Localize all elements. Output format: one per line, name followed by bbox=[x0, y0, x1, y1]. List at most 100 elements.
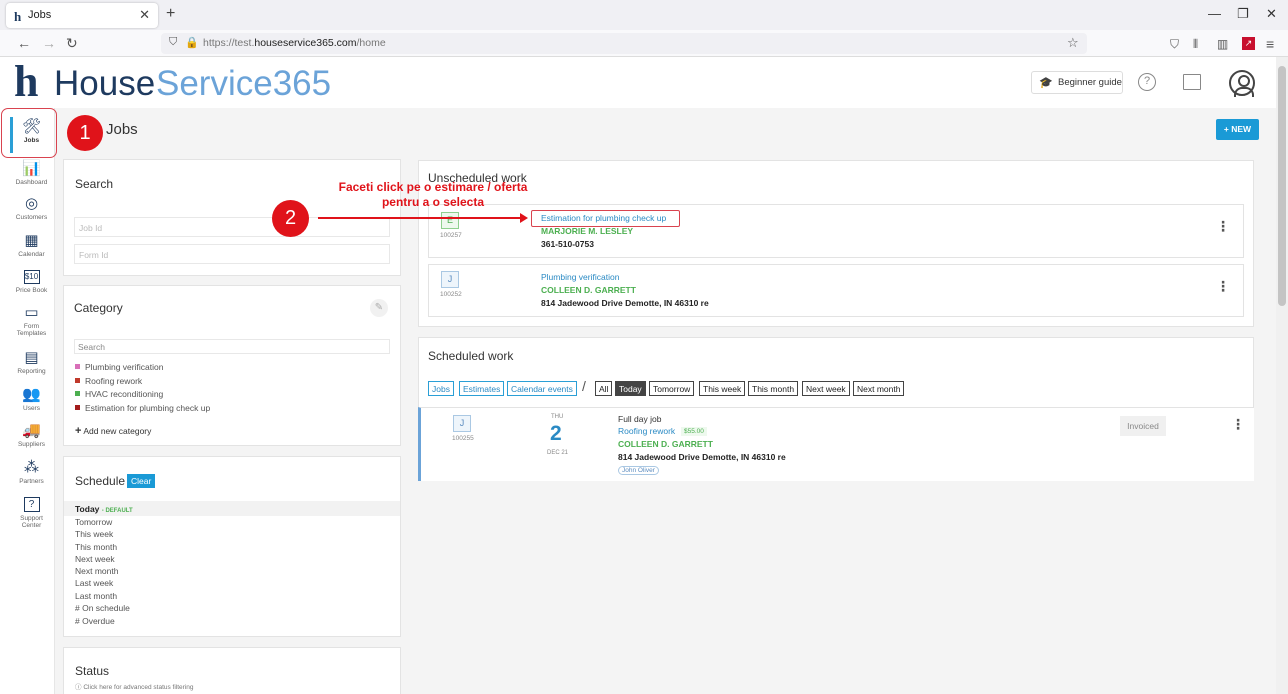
category-item[interactable]: Plumbing verification bbox=[75, 362, 163, 372]
help-icon[interactable]: ? bbox=[1138, 73, 1156, 91]
page-title: Jobs bbox=[106, 121, 138, 138]
close-window-icon[interactable]: ✕ bbox=[1266, 6, 1277, 22]
sidebar-item-partners[interactable]: ⁂ Partners bbox=[0, 459, 63, 486]
schedule-item[interactable]: This week bbox=[75, 529, 113, 539]
plus-icon: + bbox=[75, 425, 82, 437]
edit-pencil-icon[interactable]: ✎ bbox=[370, 299, 388, 317]
customer-address: 814 Jadewood Drive Demotte, IN 46310 re bbox=[541, 298, 709, 308]
pocket-icon[interactable]: ⛉ bbox=[1170, 37, 1179, 52]
category-item[interactable]: HVAC reconditioning bbox=[75, 389, 163, 399]
graduation-cap-icon: 🎓 bbox=[1039, 77, 1053, 89]
sidebar-item-form-templates[interactable]: ▭ Form Templates bbox=[0, 305, 63, 338]
form-id-input[interactable]: Form Id bbox=[74, 244, 390, 264]
sidebar-toggle-icon[interactable]: ▥ bbox=[1217, 37, 1228, 51]
browser-tab-bar bbox=[0, 0, 1288, 30]
status-panel-title: Status bbox=[75, 664, 110, 678]
shield-icon[interactable]: ⛉ bbox=[169, 36, 177, 49]
filter-this-week-button[interactable]: This week bbox=[699, 381, 746, 396]
minimize-icon[interactable]: — bbox=[1208, 6, 1221, 21]
job-id-input[interactable]: Job Id bbox=[74, 217, 390, 237]
close-tab-icon[interactable]: ✕ bbox=[139, 7, 150, 23]
report-icon: ▤ bbox=[24, 349, 39, 366]
technician-tag[interactable]: John Oliver bbox=[618, 466, 659, 475]
tab-title: Jobs bbox=[28, 9, 52, 21]
sidebar-item-support-center[interactable]: ? Support Center bbox=[0, 497, 63, 529]
customer-phone: 361-510-0753 bbox=[541, 239, 594, 249]
calendar-icon: ▦ bbox=[24, 232, 39, 249]
browser-tab[interactable]: h Jobs ✕ bbox=[6, 3, 158, 28]
schedule-item[interactable]: # Overdue bbox=[75, 616, 115, 626]
filter-calendar-events-button[interactable]: Calendar events bbox=[507, 381, 577, 396]
user-avatar-icon[interactable] bbox=[1229, 70, 1255, 97]
job-id: 100255 bbox=[452, 435, 474, 442]
add-category-button[interactable]: + Add new category bbox=[75, 425, 151, 437]
filter-estimates-button[interactable]: Estimates bbox=[459, 381, 505, 396]
schedule-item[interactable]: This month bbox=[75, 542, 117, 552]
menu-icon[interactable]: ≡ bbox=[1266, 36, 1274, 52]
logo-mark: h bbox=[14, 57, 39, 106]
filter-next-week-button[interactable]: Next week bbox=[802, 381, 850, 396]
job-type-badge: J bbox=[441, 271, 459, 288]
more-options-icon[interactable]: ⋮ bbox=[1231, 417, 1245, 431]
category-item[interactable]: Estimation for plumbing check up bbox=[75, 403, 210, 413]
job-day: 2 bbox=[550, 422, 562, 445]
filter-this-month-button[interactable]: This month bbox=[748, 381, 799, 396]
category-color-swatch bbox=[75, 405, 80, 410]
customer-name[interactable]: COLLEEN D. GARRETT bbox=[541, 285, 636, 295]
category-item[interactable]: Roofing rework bbox=[75, 376, 142, 386]
annotation-arrow-head bbox=[520, 213, 528, 223]
partners-icon: ⁂ bbox=[24, 459, 39, 476]
new-button[interactable]: + NEW bbox=[1216, 119, 1259, 140]
bookmark-star-icon[interactable]: ☆ bbox=[1067, 35, 1079, 51]
category-panel-title: Category bbox=[74, 301, 123, 315]
beginner-guide-button[interactable]: 🎓 Beginner guide bbox=[1031, 71, 1123, 94]
filter-next-month-button[interactable]: Next month bbox=[853, 381, 905, 396]
schedule-item[interactable]: Last week bbox=[75, 578, 113, 588]
documents-icon[interactable] bbox=[1183, 74, 1201, 90]
schedule-item[interactable]: # On schedule bbox=[75, 603, 130, 613]
customers-icon: ◎ bbox=[24, 195, 39, 212]
back-icon[interactable]: ← bbox=[17, 35, 31, 51]
schedule-item[interactable]: Next week bbox=[75, 554, 115, 564]
reload-icon[interactable]: ↻ bbox=[66, 35, 78, 52]
sidebar-item-price-book[interactable]: $10 Price Book bbox=[0, 270, 63, 294]
schedule-item-today[interactable]: Today - DEFAULT bbox=[75, 504, 133, 514]
lock-icon[interactable]: 🔒 bbox=[185, 36, 199, 49]
more-options-icon[interactable]: ⋮ bbox=[1216, 219, 1230, 233]
library-icon[interactable]: ⫴ bbox=[1193, 37, 1198, 52]
schedule-item[interactable]: Last month bbox=[75, 591, 117, 601]
address-bar[interactable]: ⛉ 🔒 https://test.houseservice365.com/hom… bbox=[161, 33, 1087, 54]
category-color-swatch bbox=[75, 391, 80, 396]
job-title-link[interactable]: Plumbing verification bbox=[541, 272, 619, 282]
sidebar-item-dashboard[interactable]: 📊 Dashboard bbox=[0, 161, 63, 187]
filter-jobs-button[interactable]: Jobs bbox=[428, 381, 454, 396]
job-title-link[interactable]: Roofing rework bbox=[618, 426, 675, 436]
more-options-icon[interactable]: ⋮ bbox=[1216, 279, 1230, 293]
new-tab-button[interactable]: + bbox=[166, 5, 175, 23]
filter-all-button[interactable]: All bbox=[595, 381, 613, 396]
truck-icon: 🚚 bbox=[22, 422, 41, 439]
annotation-highlight-estimate bbox=[531, 210, 680, 227]
restore-icon[interactable]: ❐ bbox=[1237, 6, 1249, 22]
annotation-step-2: 2 bbox=[272, 200, 309, 237]
sidebar-item-users[interactable]: 👥 Users bbox=[0, 387, 63, 413]
customer-name[interactable]: MARJORIE M. LESLEY bbox=[541, 226, 633, 236]
category-search-input[interactable]: Search bbox=[74, 339, 390, 354]
default-tag: - DEFAULT bbox=[101, 508, 133, 514]
sidebar-item-reporting[interactable]: ▤ Reporting bbox=[0, 349, 63, 376]
filter-today-button[interactable]: Today bbox=[615, 381, 646, 396]
scrollbar-thumb[interactable] bbox=[1278, 66, 1286, 306]
schedule-item[interactable]: Next month bbox=[75, 566, 118, 576]
schedule-item[interactable]: Tomorrow bbox=[75, 517, 112, 527]
sidebar-item-calendar[interactable]: ▦ Calendar bbox=[0, 232, 63, 259]
extension-icon[interactable]: ↗ bbox=[1242, 37, 1255, 50]
job-type-badge: J bbox=[453, 415, 471, 432]
filter-tomorrow-button[interactable]: Tomorrow bbox=[649, 381, 695, 396]
clear-button[interactable]: Clear bbox=[127, 474, 156, 488]
status-filter-hint[interactable]: ⓘ Click here for advanced status filteri… bbox=[75, 681, 194, 691]
favicon-icon: h bbox=[14, 9, 22, 24]
customer-name[interactable]: COLLEEN D. GARRETT bbox=[618, 439, 713, 449]
sidebar-item-suppliers[interactable]: 🚚 Suppliers bbox=[0, 422, 63, 449]
forward-icon[interactable]: → bbox=[42, 35, 56, 51]
sidebar-item-customers[interactable]: ◎ Customers bbox=[0, 195, 63, 222]
